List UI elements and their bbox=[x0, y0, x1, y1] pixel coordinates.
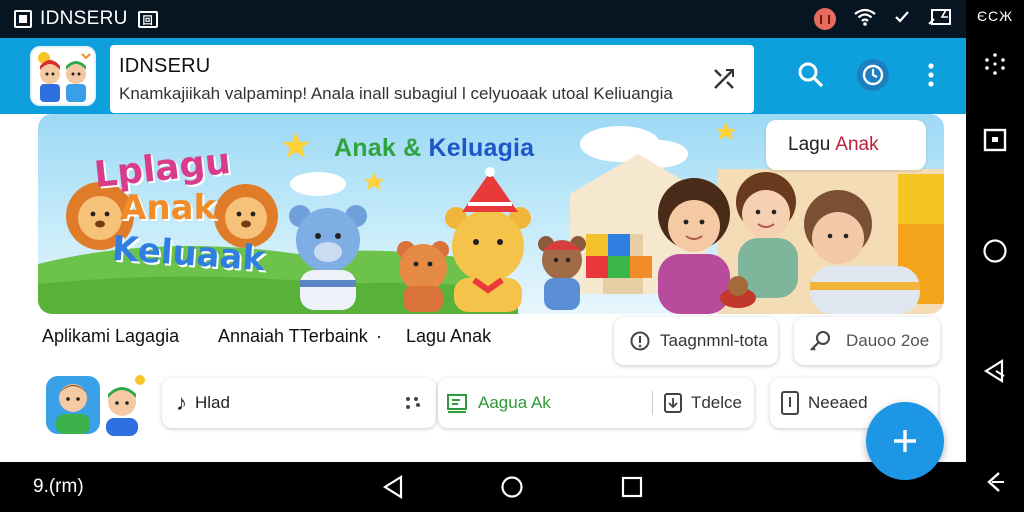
more-vert-icon[interactable] bbox=[914, 58, 948, 92]
row-item-2-label: Aagua Ak bbox=[478, 393, 551, 412]
label-3[interactable]: Lagu Anak bbox=[406, 326, 491, 347]
status-badge: 回 bbox=[137, 10, 158, 28]
share-tool-icon[interactable] bbox=[712, 67, 736, 96]
home-nav-icon[interactable] bbox=[499, 474, 525, 500]
recents-nav-icon[interactable] bbox=[619, 474, 645, 500]
pill-button-1[interactable]: Taagnmnl-tota bbox=[614, 317, 778, 365]
row-item-2[interactable]: Aagua Ak Tdelce bbox=[438, 378, 754, 428]
add-fab-button[interactable] bbox=[866, 402, 944, 480]
back-triangle-icon[interactable] bbox=[966, 358, 1024, 384]
status-icons bbox=[814, 8, 952, 31]
history-icon[interactable] bbox=[856, 58, 890, 92]
row-item-4-label: Neeaed bbox=[808, 393, 868, 412]
check-icon bbox=[894, 10, 910, 29]
row-item-3-label: Tdelce bbox=[690, 393, 742, 412]
app-window-icon bbox=[14, 10, 32, 28]
playlist-icon bbox=[447, 394, 467, 413]
status-app-title: IDNSERU bbox=[40, 8, 128, 29]
clock-time: 9.(rm) bbox=[33, 476, 84, 497]
row-item-1[interactable]: ♪ Hlad bbox=[162, 378, 436, 428]
label-2[interactable]: Annaiah TTerbaink bbox=[218, 326, 376, 347]
home-circle-icon[interactable] bbox=[966, 238, 1024, 264]
row-item-1-label: Hlad bbox=[195, 393, 230, 412]
phone-icon bbox=[781, 391, 799, 415]
search-subtitle: Knamkajiikah valpaminp! Anala inall suba… bbox=[119, 84, 673, 103]
banner-tag-part2: Anak bbox=[835, 134, 879, 155]
cast-icon bbox=[928, 8, 952, 31]
banner-heading-part2: Keluagia bbox=[428, 134, 535, 162]
banner-heading: Anak & Keluagia bbox=[334, 134, 534, 163]
banner-heading-part1: Anak & bbox=[334, 134, 429, 162]
status-bar: IDNSERU 回 bbox=[0, 0, 966, 38]
banner-tag-part1: Lagu bbox=[788, 134, 831, 155]
pill-2-label: Dauoo 2oe bbox=[846, 331, 930, 350]
main-content: Lplagu Anak Keluaak Anak & Keluagia Lagu… bbox=[0, 114, 966, 462]
label-separator: · bbox=[376, 326, 382, 346]
shuffle-dots-icon[interactable] bbox=[404, 396, 422, 410]
pill-button-2[interactable]: Dauoo 2oe bbox=[794, 317, 940, 365]
system-bottom-nav: 9.(rm) bbox=[0, 462, 966, 512]
chevron-left-icon[interactable] bbox=[966, 470, 1024, 494]
search-icon[interactable] bbox=[794, 58, 828, 92]
music-note-icon: ♪ bbox=[176, 390, 187, 415]
row-divider bbox=[651, 391, 653, 415]
wifi-icon bbox=[854, 8, 876, 31]
banner-logo-line2: Anak bbox=[120, 188, 217, 228]
back-nav-icon[interactable] bbox=[380, 474, 406, 500]
dots-cluster-icon[interactable] bbox=[966, 52, 1024, 76]
square-button-icon[interactable] bbox=[966, 128, 1024, 152]
plus-icon bbox=[894, 430, 916, 452]
recording-pause-icon[interactable] bbox=[814, 8, 836, 30]
category-labels: Aplikami Lagagia Annaiah TTerbaink · Lag… bbox=[42, 326, 491, 347]
download-icon bbox=[663, 393, 682, 413]
app-bar: IDNSERU Knamkajiikah valpaminp! Anala in… bbox=[0, 38, 966, 114]
system-side-nav: ЄСЖ bbox=[966, 0, 1024, 512]
pill-1-label: Taagnmnl-tota bbox=[660, 331, 768, 350]
hero-banner[interactable]: Lplagu Anak Keluaak Anak & Keluagia Lagu… bbox=[38, 114, 944, 314]
kids-avatar-icon[interactable] bbox=[40, 372, 152, 438]
info-icon bbox=[630, 331, 650, 351]
app-logo[interactable] bbox=[30, 46, 96, 106]
banner-tag[interactable]: Lagu Anak bbox=[766, 120, 926, 170]
search-title: IDNSERU bbox=[119, 55, 211, 77]
search-box[interactable]: IDNSERU Knamkajiikah valpaminp! Anala in… bbox=[110, 45, 754, 113]
side-nav-label: ЄСЖ bbox=[976, 8, 1014, 24]
label-1[interactable]: Aplikami Lagagia bbox=[42, 326, 218, 347]
key-icon bbox=[810, 331, 830, 351]
